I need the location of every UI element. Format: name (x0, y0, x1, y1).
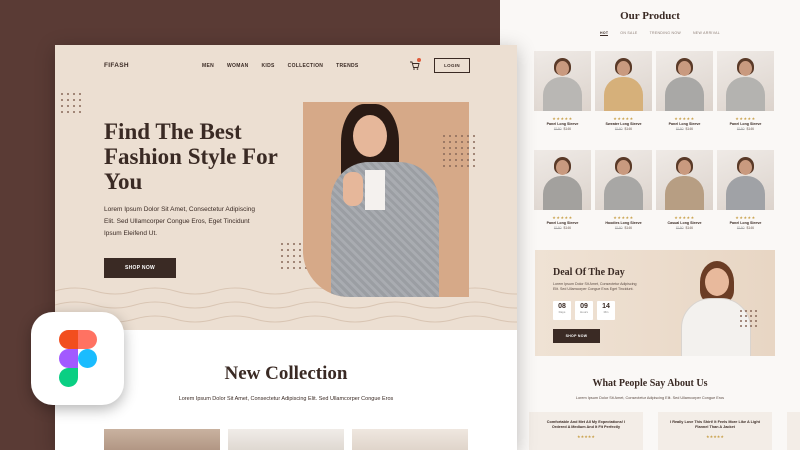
product-price: $180 $146 (553, 226, 572, 230)
product-image[interactable] (717, 150, 774, 210)
testimonials-subtitle: Lorem Ipsum Dolor Sit Amet, Consectetur … (575, 396, 725, 400)
tab-hot[interactable]: HOT (600, 31, 609, 36)
tab-trending-now[interactable]: TRENDING NOW (650, 31, 681, 36)
product-image[interactable] (595, 150, 652, 210)
product-image[interactable] (534, 51, 591, 111)
main-nav: MEN WOMAN KIDS COLLECTION TRENDS (202, 63, 359, 69)
brand-logo[interactable]: FIFASH (104, 62, 129, 69)
wave-pattern (55, 315, 517, 323)
product-tabs: HOT ON SALE TRENDING NOW NEW ARRIVAL (600, 31, 720, 36)
deal-shop-now-button[interactable]: SHOP NOW (553, 329, 600, 343)
tab-new-arrival[interactable]: NEW ARRIVAL (693, 31, 720, 36)
product-image[interactable] (656, 51, 713, 111)
figma-logo-icon (59, 330, 97, 387)
nav-item-trends[interactable]: TRENDS (336, 63, 358, 69)
hero-section: FIFASH MEN WOMAN KIDS COLLECTION TRENDS … (55, 45, 517, 330)
product-price: $180 $146 (553, 127, 572, 131)
deal-timer: 08 Days 09 Hours 14 Min (553, 301, 615, 320)
product-rating: ★★★★★ (613, 116, 634, 121)
nav-item-collection[interactable]: COLLECTION (288, 63, 324, 69)
timer-hours: 09 Hours (575, 301, 593, 320)
hero-model-image (303, 102, 469, 297)
testimonials-title: What People Say About Us (592, 378, 708, 389)
cart-badge (417, 58, 421, 62)
product-card[interactable]: ★★★★★ Sweater Long Sleeve $180 $146 (595, 51, 652, 131)
product-name[interactable]: Panel Long Sleeve (717, 221, 774, 225)
testimonial-quote: I Really Love This Shirt! It Feels More … (670, 420, 760, 429)
product-name[interactable]: Panel Long Sleeve (534, 122, 591, 126)
product-grid: ★★★★★ Panel Long Sleeve $180 $146 ★★★★★ Sweat… (534, 51, 774, 230)
product-card[interactable]: ★★★★★ Panel Long Sleeve $180 $146 (717, 150, 774, 230)
product-price: $180 $146 (614, 127, 633, 131)
product-name[interactable]: Panel Long Sleeve (717, 122, 774, 126)
our-product-title: Our Product (620, 10, 680, 22)
product-rating: ★★★★★ (735, 116, 756, 121)
product-price: $180 $146 (736, 127, 755, 131)
product-name[interactable]: Panel Long Sleeve (534, 221, 591, 225)
nav-item-men[interactable]: MEN (202, 63, 214, 69)
testimonial-card: Comfortable And Met All My Expectations!… (529, 412, 643, 450)
product-image[interactable] (656, 150, 713, 210)
new-collection-subtitle: Lorem Ipsum Dolor Sit Amet, Consectetur … (178, 396, 394, 402)
product-rating: ★★★★★ (735, 215, 756, 220)
hero-description: Lorem Ipsum Dolor Sit Amet, Consectetur … (104, 206, 256, 237)
shop-now-button[interactable]: SHOP NOW (104, 258, 176, 278)
collection-image[interactable] (352, 429, 468, 450)
product-card[interactable]: ★★★★★ Panel Long Sleeve $180 $146 (717, 51, 774, 131)
product-rating: ★★★★★ (674, 215, 695, 220)
new-collection-title: New Collection (224, 363, 348, 384)
product-card[interactable]: ★★★★★ Casual Long Sleeve $180 $146 (656, 150, 713, 230)
testimonial-quote: Comfortable And Met All My Expectations!… (546, 420, 626, 429)
figma-app-badge (31, 312, 124, 405)
product-card[interactable]: ★★★★★ Panel Long Sleeve $180 $146 (656, 51, 713, 131)
product-price: $180 $146 (675, 127, 694, 131)
products-page: Our Product HOT ON SALE TRENDING NOW NEW… (500, 0, 800, 450)
testimonial-stars: ★★★★★ (577, 434, 595, 439)
landing-page: FIFASH MEN WOMAN KIDS COLLECTION TRENDS … (55, 45, 517, 450)
timer-days: 08 Days (553, 301, 571, 320)
testimonial-card: I Really Love This Shirt! It Feels More … (658, 412, 772, 450)
product-price: $180 $146 (736, 226, 755, 230)
deal-of-the-day: Deal Of The Day Lorem Ipsum Dolor Sit Am… (535, 250, 775, 356)
product-name[interactable]: Hoodies Long Sleeve (595, 221, 652, 225)
product-price: $180 $146 (614, 226, 633, 230)
product-card[interactable]: ★★★★★ Panel Long Sleeve $180 $146 (534, 51, 591, 131)
product-image[interactable] (595, 51, 652, 111)
deal-model-image (673, 254, 763, 356)
deal-text: Lorem Ipsum Dolor Sit Amet, Consectetur … (553, 282, 637, 291)
testimonial-card-partial (787, 412, 800, 450)
tab-on-sale[interactable]: ON SALE (620, 31, 637, 36)
nav-item-woman[interactable]: WOMAN (227, 63, 249, 69)
product-card[interactable]: ★★★★★ Panel Long Sleeve $180 $146 (534, 150, 591, 230)
timer-minutes: 14 Min (597, 301, 615, 320)
product-name[interactable]: Casual Long Sleeve (656, 221, 713, 225)
collection-image[interactable] (104, 429, 220, 450)
product-name[interactable]: Sweater Long Sleeve (595, 122, 652, 126)
product-card[interactable]: ★★★★★ Hoodies Long Sleeve $180 $146 (595, 150, 652, 230)
collection-image[interactable] (228, 429, 344, 450)
hero-title: Find The Best Fashion Style For You (104, 119, 278, 194)
testimonial-stars: ★★★★★ (706, 434, 724, 439)
login-button[interactable]: LOGIN (434, 58, 470, 73)
product-rating: ★★★★★ (552, 215, 573, 220)
product-image[interactable] (534, 150, 591, 210)
product-rating: ★★★★★ (674, 116, 695, 121)
product-price: $180 $146 (675, 226, 694, 230)
deal-title: Deal Of The Day (553, 267, 625, 278)
product-rating: ★★★★★ (552, 116, 573, 121)
product-name[interactable]: Panel Long Sleeve (656, 122, 713, 126)
product-rating: ★★★★★ (613, 215, 634, 220)
nav-item-kids[interactable]: KIDS (262, 63, 275, 69)
product-image[interactable] (717, 51, 774, 111)
